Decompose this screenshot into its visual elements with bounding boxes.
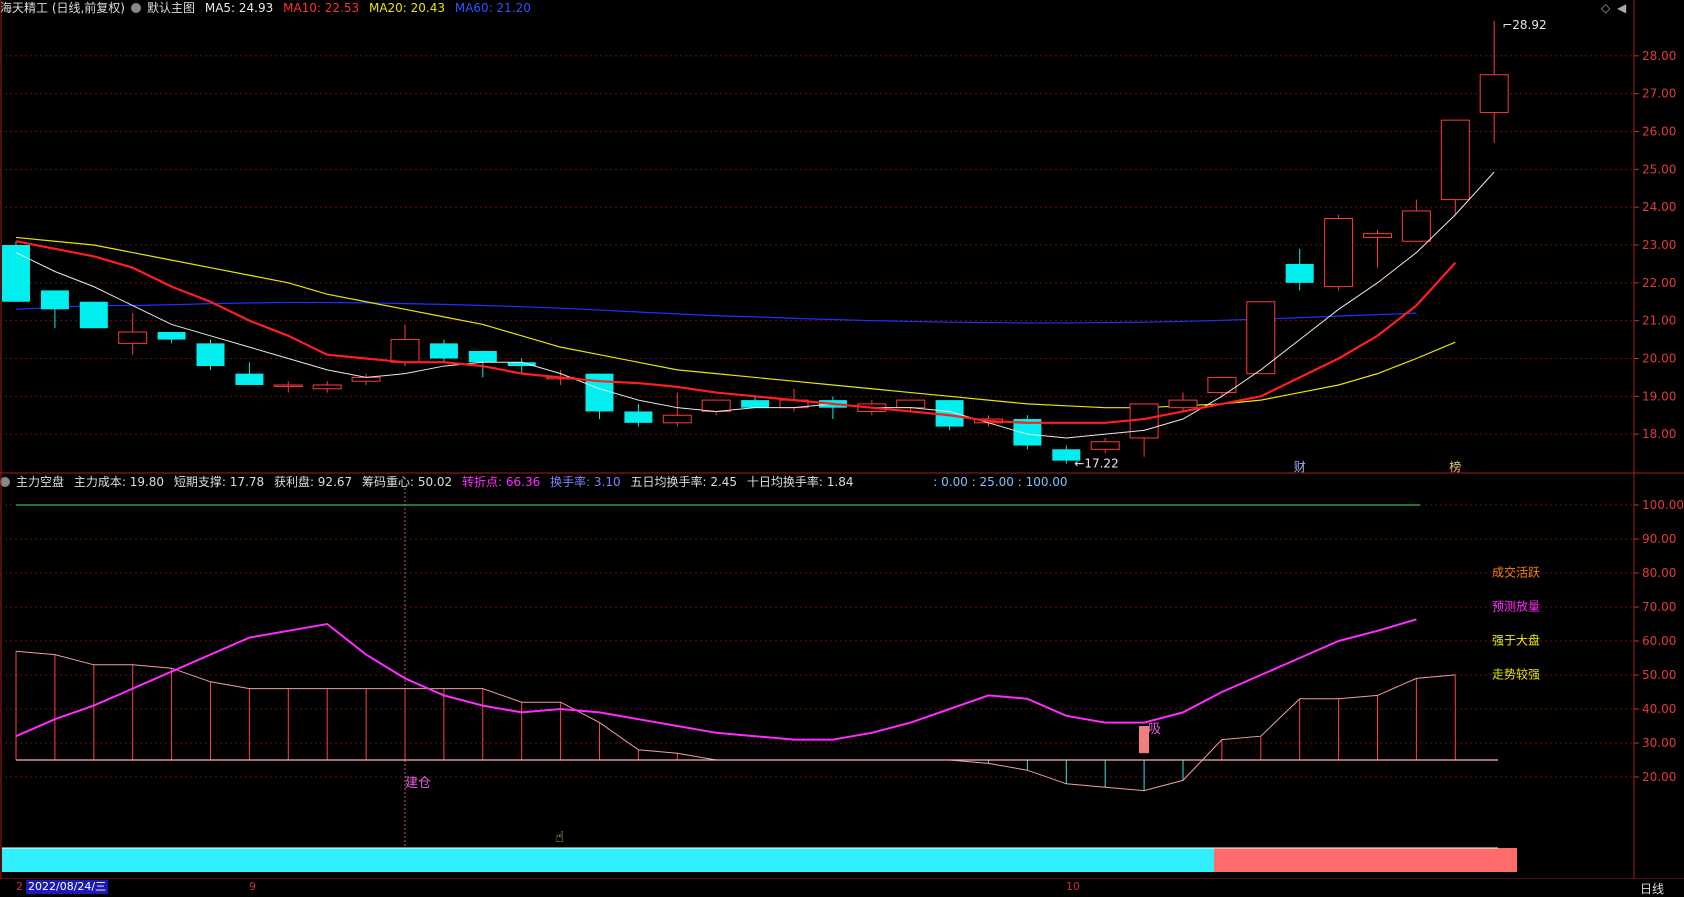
candle-body-up (351, 376, 381, 382)
candle-body-up (1324, 218, 1354, 288)
price-annotation: ←17.22 (1074, 457, 1118, 471)
signal-label: 走势较强 (1492, 666, 1540, 681)
main-tick-label: 25.00 (1642, 162, 1676, 176)
candle-body-up (701, 399, 731, 412)
main-tick-label: 21.00 (1642, 314, 1676, 328)
candle-body-down (235, 373, 264, 385)
candle-body-up (896, 399, 926, 409)
label-xi: 吸 (1148, 722, 1161, 737)
candle-body-down (157, 332, 186, 340)
candle-body-down (429, 343, 458, 359)
main-tick-label: 22.00 (1642, 276, 1676, 290)
period-label[interactable]: 日线 (1640, 880, 1664, 897)
sub-tick-label: 40.00 (1642, 702, 1676, 716)
sub-tick-label: 20.00 (1642, 770, 1676, 784)
ma20-line (15, 236, 1456, 409)
price-annotation: ⌐28.92 (1502, 18, 1546, 32)
sub-tick-label: 70.00 (1642, 600, 1676, 614)
sub-tick-label: 100.00 (1642, 498, 1684, 512)
time-tick-10: 10 (1066, 880, 1080, 893)
candle-body-up (118, 331, 148, 344)
ma10-line (15, 240, 1457, 424)
event-marker: 榜 (1449, 459, 1461, 474)
sub-tick-label: 90.00 (1642, 532, 1676, 546)
main-tick-label: 20.00 (1642, 352, 1676, 366)
candle-body-down (624, 411, 653, 423)
status-strip-red (1214, 848, 1517, 872)
candle-body-down (2, 245, 30, 302)
signal-label: 强于大盘 (1492, 632, 1540, 647)
diamond-icon: ◇ (1601, 1, 1611, 15)
candle-body-down (40, 290, 69, 310)
sub-tick-label: 30.00 (1642, 736, 1676, 750)
time-tick-left: 2 (16, 880, 23, 893)
expand-icon: ◀ (1617, 1, 1627, 15)
sub-tick-label: 80.00 (1642, 566, 1676, 580)
main-tick-label: 24.00 (1642, 200, 1676, 214)
event-marker: 财 (1294, 460, 1306, 474)
candle-body-down (468, 350, 497, 363)
main-tick-label: 19.00 (1642, 389, 1676, 403)
status-strip-cyan (2, 848, 1214, 872)
pink-curve (15, 650, 1456, 792)
candle-body-up (1363, 233, 1392, 238)
time-tick-9: 9 (249, 880, 256, 893)
magenta-curve (15, 618, 1417, 741)
signal-label: 预测放量 (1492, 598, 1540, 613)
candle-body-down (79, 301, 108, 329)
candle-body-up (1440, 119, 1470, 201)
candle-body-up (390, 339, 420, 363)
sub-tick-label: 60.00 (1642, 634, 1676, 648)
candle-body-up (1401, 210, 1431, 242)
label-jiancang: 建仓 (405, 776, 431, 791)
main-tick-label: 27.00 (1642, 87, 1676, 101)
main-tick-label: 26.00 (1642, 125, 1676, 139)
candle-body-up (1479, 74, 1509, 114)
candle-body-up (273, 384, 303, 387)
candle-body-down (741, 400, 770, 408)
ma60-line (15, 301, 1417, 324)
candle-body-up (312, 384, 342, 390)
hand-cursor-icon: ☝ (555, 828, 564, 846)
main-tick-label: 18.00 (1642, 427, 1676, 441)
main-tick-label: 23.00 (1642, 238, 1676, 252)
candle-body-up (1168, 399, 1198, 409)
candle-body-up (662, 414, 692, 424)
main-tick-label: 28.00 (1642, 49, 1676, 63)
sub-tick-label: 50.00 (1642, 668, 1676, 682)
cursor-date: 2022/08/24/三 (26, 880, 109, 894)
candle-body-up (1207, 376, 1237, 394)
candle-body-up (1090, 441, 1120, 450)
kline-chart[interactable]: 18.00 19.00 20.00 21.00 22.00 23.00 24.00 25.00… (0, 0, 1684, 880)
candle-body-down (196, 343, 225, 367)
signal-label: 成交活跃 (1492, 564, 1540, 579)
candle-body-down (1285, 263, 1314, 283)
